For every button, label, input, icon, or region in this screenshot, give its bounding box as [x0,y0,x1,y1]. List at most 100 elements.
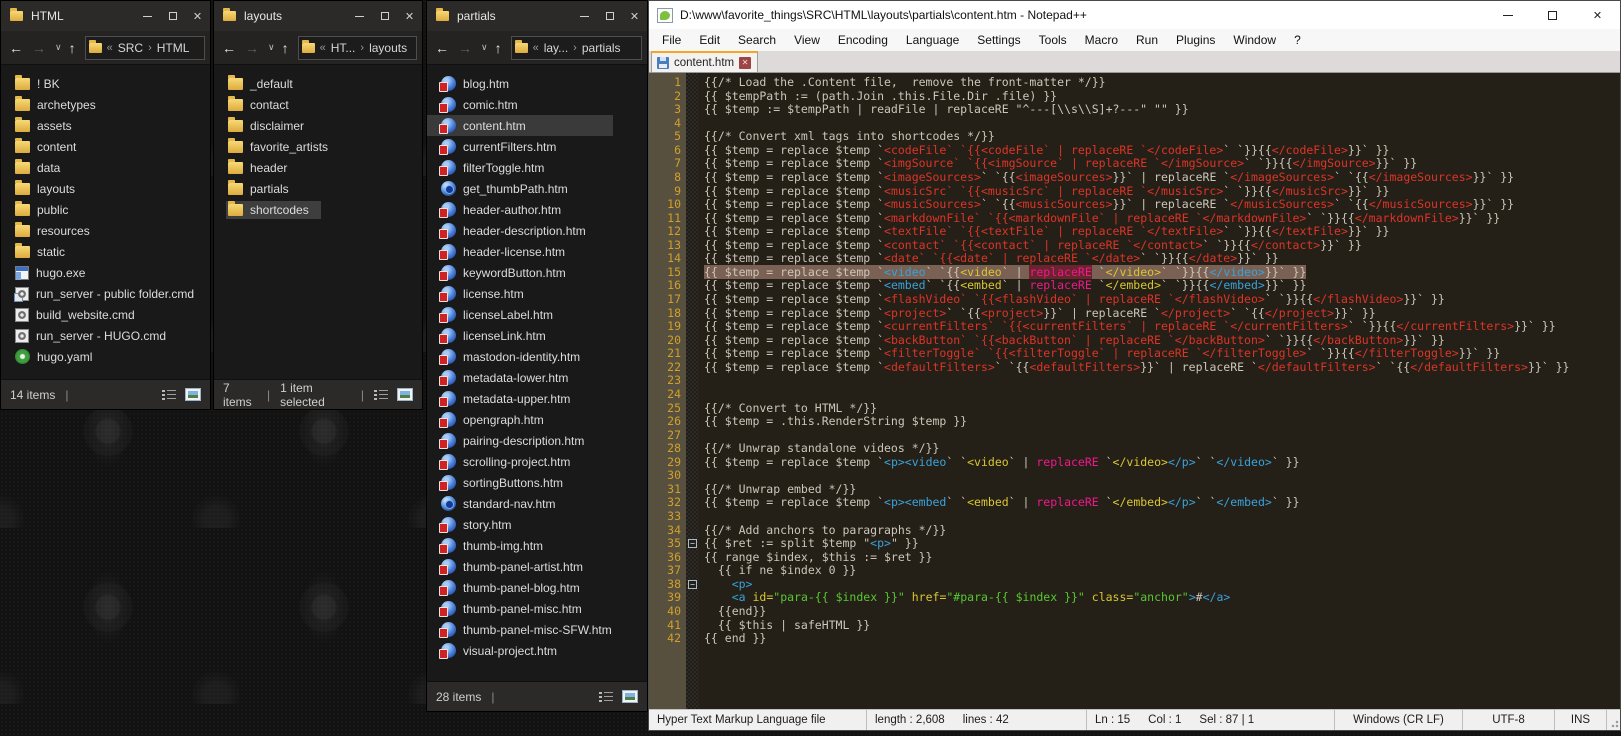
file-row[interactable]: licenseLink.htm [427,325,647,346]
code-line[interactable]: {{ if ne $index 0 }} [704,564,1620,578]
file-row[interactable]: public [1,199,210,220]
file-row[interactable]: build_website.cmd [1,304,210,325]
code-line[interactable]: {{ $temp = replace $temp `<musicSrc` `{{… [704,185,1620,199]
fold-margin[interactable]: −− [686,73,699,709]
code-line[interactable]: {{ $tempPath := (path.Join .this.File.Di… [704,90,1620,104]
code-line[interactable]: {{ $temp = replace $temp `<markdownFile`… [704,212,1620,226]
file-row[interactable]: run_server - public folder.cmd [1,283,210,304]
breadcrumb[interactable]: «HT...›layouts [298,36,417,60]
file-row[interactable]: metadata-lower.htm [427,367,647,388]
menu-language[interactable]: Language [897,30,968,50]
file-row[interactable]: shortcodes [214,199,422,220]
file-row[interactable]: thumb-panel-misc-SFW.htm [427,619,647,640]
file-row[interactable]: metadata-upper.htm [427,388,647,409]
window-titlebar[interactable]: HTML ✕ [1,1,210,31]
maximize-button[interactable] [372,1,397,31]
file-row[interactable]: standard-nav.htm [427,493,647,514]
code-line[interactable]: <p> [704,578,1620,592]
code-line[interactable]: {{ $temp = replace $temp `<contact` `{{<… [704,239,1620,253]
file-row[interactable]: filterToggle.htm [427,157,647,178]
file-row[interactable]: license.htm [427,283,647,304]
code-line[interactable] [704,374,1620,388]
file-row[interactable]: contact [214,94,422,115]
menu-window[interactable]: Window [1224,30,1285,50]
close-button[interactable]: ✕ [397,1,422,31]
file-row[interactable]: hugo.yaml [1,346,210,367]
code-area[interactable]: {{/* Load the .Content file, remove the … [699,73,1620,709]
file-row[interactable]: thumb-panel-blog.htm [427,577,647,598]
file-row[interactable]: assets [1,115,210,136]
history-dropdown-icon[interactable]: ∨ [481,42,488,53]
maximize-button[interactable] [597,1,622,31]
code-line[interactable]: {{ $ret := split $temp "<p>" }} [704,537,1620,551]
details-view-icon[interactable] [162,389,177,401]
code-line[interactable]: {{ $temp = replace $temp `<embed` `{{<em… [704,279,1620,293]
breadcrumb-collapse-icon[interactable]: « [533,42,539,54]
code-line[interactable]: {{ $temp = replace $temp `<defaultFilter… [704,361,1620,375]
file-row[interactable]: keywordButton.htm [427,262,647,283]
back-icon[interactable]: ← [222,40,236,56]
window-titlebar[interactable]: D:\www\favorite_things\SRC\HTML\layouts\… [649,1,1620,29]
code-line[interactable]: {{/* Unwrap embed */}} [704,483,1620,497]
fold-collapse-icon[interactable]: − [688,580,697,589]
back-icon[interactable]: ← [435,40,449,56]
code-line[interactable]: {{ $temp = replace $temp `<video` `{{<vi… [704,266,1620,280]
code-line[interactable]: {{ $temp = replace $temp `<textFile` `{{… [704,225,1620,239]
code-line[interactable]: {{/* Add anchors to paragraphs */}} [704,524,1620,538]
breadcrumb-segment[interactable]: SRC [118,41,143,55]
file-row[interactable]: hugo.exe [1,262,210,283]
menu-macro[interactable]: Macro [1076,30,1127,50]
file-row[interactable]: thumb-img.htm [427,535,647,556]
file-row[interactable]: _default [214,73,422,94]
file-row[interactable]: data [1,157,210,178]
breadcrumb-segment[interactable]: HT... [331,41,356,55]
thumbnail-view-icon[interactable] [622,690,638,703]
menu-settings[interactable]: Settings [968,30,1029,50]
editor[interactable]: 1234567891011121314151617181920212223242… [649,73,1620,709]
up-icon[interactable]: ↑ [69,40,76,56]
file-row[interactable]: opengraph.htm [427,409,647,430]
file-row[interactable]: archetypes [1,94,210,115]
file-row[interactable]: favorite_artists [214,136,422,157]
file-row[interactable]: ! BK [1,73,210,94]
menu-file[interactable]: File [653,30,690,50]
file-row[interactable]: get_thumbPath.htm [427,178,647,199]
file-row[interactable]: layouts [1,178,210,199]
close-button[interactable]: ✕ [185,1,210,31]
file-row[interactable]: licenseLabel.htm [427,304,647,325]
menu-view[interactable]: View [785,30,829,50]
code-line[interactable] [704,510,1620,524]
thumbnail-view-icon[interactable] [397,388,413,401]
code-line[interactable]: {{ $temp = replace $temp `<p><embed` `<e… [704,496,1620,510]
history-dropdown-icon[interactable]: ∨ [55,42,62,53]
forward-icon[interactable]: → [458,40,472,56]
file-row[interactable]: static [1,241,210,262]
code-line[interactable] [704,388,1620,402]
breadcrumb-collapse-icon[interactable]: « [107,42,113,54]
file-row[interactable]: scrolling-project.htm [427,451,647,472]
history-dropdown-icon[interactable]: ∨ [268,42,275,53]
file-row[interactable]: resources [1,220,210,241]
file-row[interactable]: visual-project.htm [427,640,647,661]
file-row[interactable]: thumb-panel-misc.htm [427,598,647,619]
up-icon[interactable]: ↑ [495,40,502,56]
back-icon[interactable]: ← [9,40,23,56]
breadcrumb-collapse-icon[interactable]: « [320,42,326,54]
file-row[interactable]: story.htm [427,514,647,535]
code-line[interactable]: {{ $temp = .this.RenderString $temp }} [704,415,1620,429]
eol-format[interactable]: Windows (CR LF) [1335,710,1463,730]
menu-search[interactable]: Search [729,30,785,50]
breadcrumb-segment[interactable]: layouts [369,41,407,55]
code-line[interactable]: {{ $temp = replace $temp `<codeFile` `{{… [704,144,1620,158]
maximize-button[interactable] [1530,1,1575,29]
code-line[interactable]: {{/* Unwrap standalone videos */}} [704,442,1620,456]
breadcrumb[interactable]: «SRC›HTML [85,36,205,60]
menu-edit[interactable]: Edit [690,30,729,50]
code-line[interactable]: {{end}} [704,605,1620,619]
tab-content-htm[interactable]: content.htm ✕ [651,51,758,72]
code-line[interactable] [704,469,1620,483]
thumbnail-view-icon[interactable] [185,388,201,401]
close-button[interactable]: ✕ [622,1,647,31]
minimize-button[interactable] [572,1,597,31]
file-row[interactable]: content.htm [427,115,647,136]
